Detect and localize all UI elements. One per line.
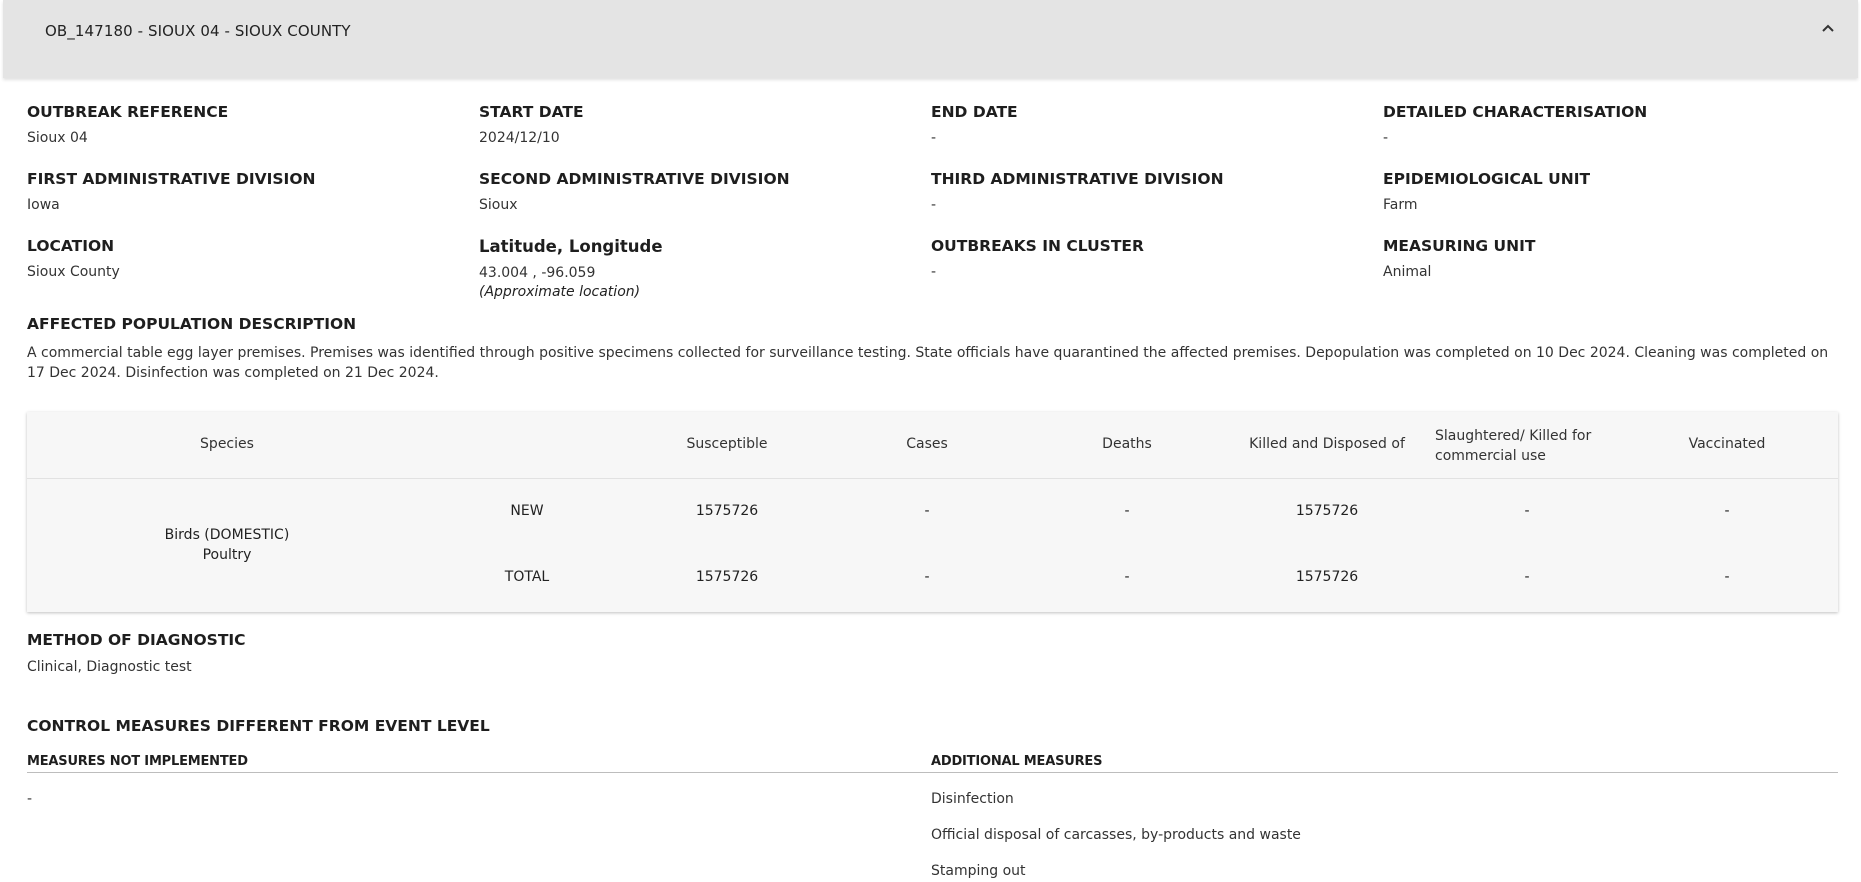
field-third-admin-division: THIRD ADMINISTRATIVE DIVISION -	[931, 170, 1224, 213]
cell-deaths: -	[1124, 503, 1130, 519]
field-label: DETAILED CHARACTERISATION	[1383, 103, 1648, 121]
field-epidemiological-unit: EPIDEMIOLOGICAL UNIT Farm	[1383, 170, 1590, 213]
field-label: SECOND ADMINISTRATIVE DIVISION	[479, 170, 790, 188]
outbreak-panel: OB_147180 - SIOUX 04 - SIOUX COUNTY OUTB…	[3, 0, 1858, 882]
cell-susceptible: 1575726	[695, 569, 759, 585]
field-value: Iowa	[27, 197, 60, 213]
panel-title: OB_147180 - SIOUX 04 - SIOUX COUNTY	[45, 22, 351, 40]
measures-not-implemented-label: MEASURES NOT IMPLEMENTED	[27, 754, 248, 769]
field-value: Sioux County	[27, 264, 120, 280]
field-label: END DATE	[931, 103, 1018, 121]
header-slaughtered: Slaughtered/ Killed for commercial use	[1435, 426, 1635, 466]
list-item: Disinfection	[931, 791, 1014, 807]
field-label: EPIDEMIOLOGICAL UNIT	[1383, 170, 1591, 188]
header-deaths: Deaths	[1102, 436, 1152, 452]
header-cases: Cases	[906, 436, 948, 452]
list-item: Stamping out	[931, 863, 1026, 879]
cell-susceptible: 1575726	[695, 503, 759, 519]
field-start-date: START DATE 2024/12/10	[479, 103, 584, 146]
row-type: NEW	[510, 503, 544, 519]
field-label: START DATE	[479, 103, 584, 121]
field-value: Sioux 04	[27, 130, 88, 146]
field-value: Animal	[1383, 264, 1432, 280]
header-susceptible: Susceptible	[686, 436, 768, 452]
header-species: Species	[200, 436, 254, 452]
field-value: -	[1383, 130, 1389, 146]
cell-cases: -	[924, 503, 930, 519]
header-vaccinated: Vaccinated	[1688, 436, 1766, 452]
field-value: 43.004 , -96.059	[479, 265, 596, 281]
cell-killed: 1575726	[1295, 503, 1359, 519]
field-label: FIRST ADMINISTRATIVE DIVISION	[27, 170, 316, 188]
header-slaughtered-line2: commercial use	[1435, 448, 1546, 464]
panel-header[interactable]: OB_147180 - SIOUX 04 - SIOUX COUNTY	[3, 0, 1858, 78]
field-value: 2024/12/10	[479, 130, 560, 146]
field-outbreak-reference: OUTBREAK REFERENCE Sioux 04	[27, 103, 228, 146]
species-table: Species Susceptible Cases Deaths Killed …	[27, 412, 1838, 612]
field-label: Latitude, Longitude	[479, 237, 663, 256]
field-outbreaks-in-cluster: OUTBREAKS IN CLUSTER -	[931, 237, 1144, 280]
cell-cases: -	[924, 569, 930, 585]
row-type: TOTAL	[504, 569, 550, 585]
field-value: -	[931, 197, 937, 213]
affected-population-text: A commercial table egg layer premises. P…	[27, 345, 1829, 381]
field-value: Farm	[1383, 197, 1418, 213]
control-measures-title: CONTROL MEASURES DIFFERENT FROM EVENT LE…	[27, 717, 490, 735]
field-label: OUTBREAKS IN CLUSTER	[931, 237, 1144, 255]
field-second-admin-division: SECOND ADMINISTRATIVE DIVISION Sioux	[479, 170, 790, 213]
field-label: MEASURING UNIT	[1383, 237, 1536, 255]
list-item: Official disposal of carcasses, by-produ…	[931, 827, 1301, 843]
cell-slaughtered: -	[1524, 503, 1530, 519]
additional-measures-label: ADDITIONAL MEASURES	[931, 754, 1103, 769]
chevron-up-icon[interactable]	[1820, 20, 1836, 36]
species-cell: Birds (DOMESTIC) Poultry	[27, 525, 427, 565]
header-killed: Killed and Disposed of	[1249, 436, 1405, 452]
field-value: -	[931, 264, 937, 280]
cell-deaths: -	[1124, 569, 1130, 585]
diagnostic-label: METHOD OF DIAGNOSTIC	[27, 631, 246, 649]
field-value: -	[931, 130, 937, 146]
field-lat-long: Latitude, Longitude 43.004 , -96.059 (Ap…	[479, 237, 663, 300]
header-slaughtered-line1: Slaughtered/ Killed for	[1435, 428, 1592, 444]
approximate-location-note: (Approximate location)	[479, 284, 641, 300]
list-item: -	[27, 791, 33, 807]
measures-divider	[27, 772, 1838, 773]
diagnostic-value: Clinical, Diagnostic test	[27, 659, 192, 675]
cell-vaccinated: -	[1724, 503, 1730, 519]
field-measuring-unit: MEASURING UNIT Animal	[1383, 237, 1535, 280]
species-name: Birds (DOMESTIC)	[164, 527, 290, 543]
field-value: Sioux	[479, 197, 518, 213]
field-label: LOCATION	[27, 237, 115, 255]
field-location: LOCATION Sioux County	[27, 237, 120, 280]
field-first-admin-division: FIRST ADMINISTRATIVE DIVISION Iowa	[27, 170, 315, 213]
cell-slaughtered: -	[1524, 569, 1530, 585]
field-label: THIRD ADMINISTRATIVE DIVISION	[931, 170, 1224, 188]
field-label: OUTBREAK REFERENCE	[27, 103, 229, 121]
field-detailed-characterisation: DETAILED CHARACTERISATION -	[1383, 103, 1647, 146]
field-end-date: END DATE -	[931, 103, 1018, 146]
affected-population-label: AFFECTED POPULATION DESCRIPTION	[27, 315, 357, 333]
cell-vaccinated: -	[1724, 569, 1730, 585]
species-subtype: Poultry	[202, 547, 252, 563]
header-divider	[27, 478, 1838, 479]
cell-killed: 1575726	[1295, 569, 1359, 585]
